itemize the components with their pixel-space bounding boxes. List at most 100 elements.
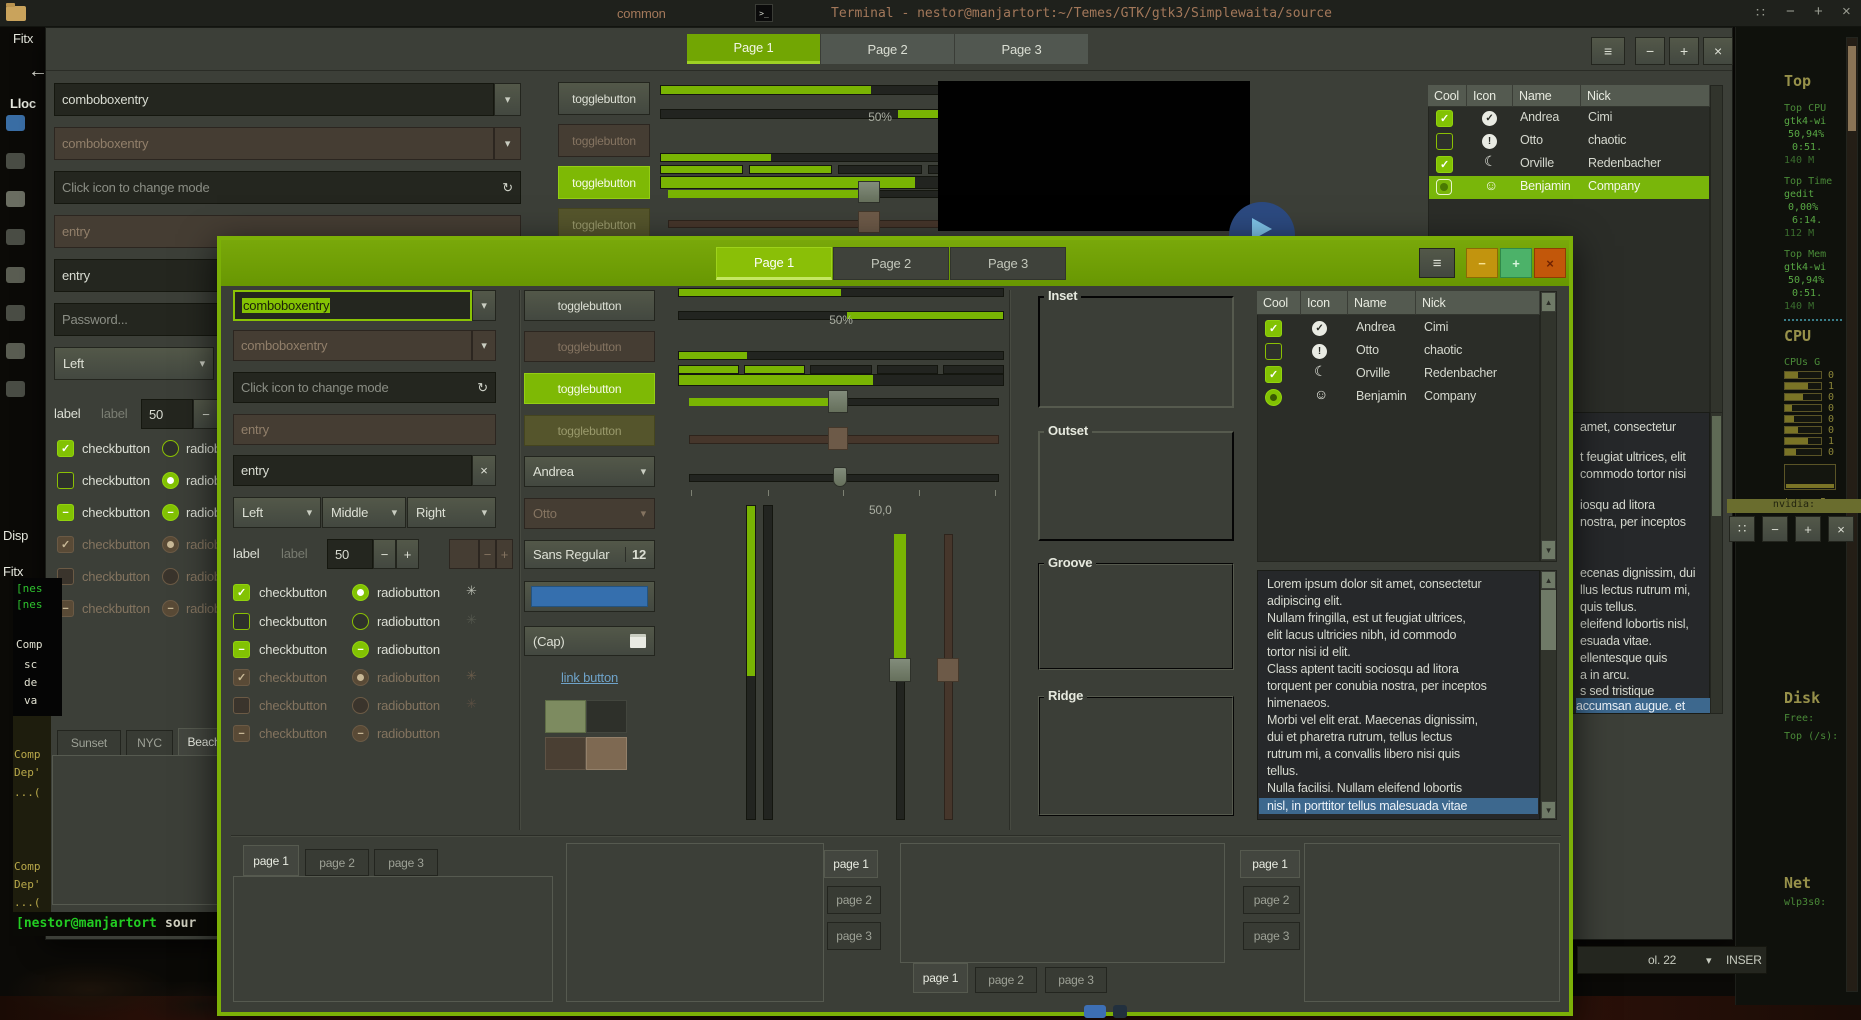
nb3-tab-page3[interactable]: page 3 (1045, 967, 1107, 993)
sidebar-icon[interactable] (6, 267, 25, 283)
bg-scale-handle[interactable] (858, 181, 880, 203)
dock-icon[interactable] (1113, 1005, 1127, 1018)
sidebar-icon[interactable] (6, 153, 25, 169)
fg-right-combobox[interactable]: Right▾ (407, 497, 496, 528)
refresh-icon[interactable]: ↻ (502, 180, 513, 196)
fg-spin-plus[interactable]: + (396, 539, 419, 569)
nb3-tab-page1[interactable]: page 1 (913, 963, 968, 993)
cell-name[interactable]: Otto (1520, 133, 1543, 147)
cell-name[interactable]: Benjamin (1520, 179, 1571, 193)
bg-left-combobox[interactable]: Left▾ (54, 347, 214, 380)
fg-tree-col-cool[interactable]: Cool (1257, 291, 1301, 315)
scrollbar-thumb[interactable] (1541, 590, 1556, 650)
bg-togglebutton[interactable]: togglebutton (558, 82, 650, 115)
cell-nick[interactable]: chaotic (1424, 343, 1462, 357)
refresh-icon[interactable]: ↻ (477, 380, 488, 396)
fg-marked-scale-handle[interactable] (833, 467, 847, 487)
fg-tab-page2[interactable]: Page 2 (833, 247, 949, 280)
nb1-tab-page2[interactable]: page 2 (305, 849, 369, 876)
fg-spin-minus[interactable]: − (373, 539, 396, 569)
bg-minimize-button[interactable]: − (1635, 37, 1665, 65)
fg-link-button[interactable]: link button (524, 670, 655, 685)
dock-icon-blue[interactable] (1084, 1005, 1106, 1018)
video-area[interactable] (938, 81, 1250, 231)
nb2-tab-page1[interactable]: page 1 (824, 850, 878, 878)
sidebar-folder-icon[interactable] (6, 115, 25, 131)
scroll-up-button[interactable]: ▲ (1541, 292, 1556, 312)
fg-close-button[interactable]: × (1534, 248, 1566, 278)
fg-checkbutton-mixed[interactable]: − (233, 641, 250, 658)
fg-radiobutton[interactable] (352, 613, 369, 630)
fg-tab-page1[interactable]: Page 1 (716, 247, 832, 280)
fg-row-check[interactable] (1265, 343, 1282, 360)
bg-radiobutton-mixed[interactable]: − (162, 504, 179, 521)
fg-row-radio[interactable] (1265, 389, 1282, 406)
bg-radiobutton-checked[interactable] (162, 472, 179, 489)
bg-checkbutton-mixed[interactable]: − (57, 504, 74, 521)
fg-menu-button[interactable]: ≡ (1419, 248, 1455, 278)
fg-left-combobox[interactable]: Left▾ (233, 497, 321, 528)
bg-spinbutton[interactable]: 50 (141, 399, 193, 429)
fg-row-check[interactable]: ✓ (1265, 320, 1282, 337)
cell-nick[interactable]: Redenbacher (1424, 366, 1497, 380)
fg-scale-handle[interactable] (828, 390, 848, 413)
bg-tree-scrollbar[interactable] (1710, 85, 1723, 415)
cell-name[interactable]: Orville (1356, 366, 1390, 380)
tile-icon[interactable]: ∷ (1756, 4, 1765, 21)
bg-tree-col-cool[interactable]: Cool (1428, 85, 1467, 107)
fg-tab-page3[interactable]: Page 3 (950, 247, 1066, 280)
cell-nick[interactable]: Redenbacher (1588, 156, 1661, 170)
minimize-icon[interactable]: − (1786, 3, 1795, 20)
terminal-prompt-strip[interactable]: [nestor@manjartort sour (13, 912, 227, 936)
fg-row-check[interactable]: ✓ (1265, 366, 1282, 383)
nb2-tab-page3[interactable]: page 3 (827, 922, 881, 950)
sidebar-icon[interactable] (6, 191, 25, 207)
cell-nick[interactable]: chaotic (1588, 133, 1626, 147)
bg-tab-page1[interactable]: Page 1 (687, 34, 820, 64)
cell-nick[interactable]: Company (1588, 179, 1640, 193)
nb4-tab-page2[interactable]: page 2 (1243, 886, 1300, 914)
bg-checkbutton-checked[interactable]: ✓ (57, 440, 74, 457)
bg-tab-page2[interactable]: Page 2 (820, 34, 954, 64)
cell-name[interactable]: Orville (1520, 156, 1554, 170)
workspace-label[interactable]: common (617, 6, 666, 21)
cell-nick[interactable]: Cimi (1588, 110, 1612, 124)
bg-row-check[interactable]: ✓ (1436, 156, 1453, 173)
window-title[interactable]: Terminal - nestor@manjartort:~/Temes/GTK… (831, 6, 1332, 21)
cell-name[interactable]: Andrea (1356, 320, 1395, 334)
fg-entry[interactable]: entry (233, 455, 472, 486)
fg-togglebutton[interactable]: togglebutton (524, 290, 655, 321)
fg-tree-col-nick[interactable]: Nick (1416, 291, 1540, 315)
bg-row-check[interactable]: ✓ (1436, 110, 1453, 127)
fg-vscale-handle[interactable] (889, 658, 911, 682)
mini-tile-button[interactable]: ∷ (1729, 516, 1755, 542)
fg-color-button[interactable] (524, 581, 655, 612)
sidebar-icon[interactable] (6, 229, 25, 245)
sidebar-icon[interactable] (6, 343, 25, 359)
fg-name-combobox[interactable]: Andrea▾ (524, 456, 655, 487)
sidebar-icon[interactable] (6, 305, 25, 321)
bg-comboboxentry[interactable]: comboboxentry (54, 83, 494, 116)
fg-table-cell[interactable] (545, 700, 586, 733)
terminal-olive[interactable]: Comp Dep' ...( Comp Dep' ...( (13, 716, 51, 912)
bg-tree-col-nick[interactable]: Nick (1581, 85, 1710, 107)
cell-nick[interactable]: Company (1424, 389, 1476, 403)
nb3-tab-page2[interactable]: page 2 (975, 967, 1037, 993)
mini-close-button[interactable]: × (1828, 516, 1854, 542)
cell-name[interactable]: Benjamin (1356, 389, 1407, 403)
bg-text-scrollbar[interactable] (1710, 412, 1723, 714)
bg-tab-page3[interactable]: Page 3 (954, 34, 1088, 64)
bg-togglebutton-active[interactable]: togglebutton (558, 166, 650, 199)
bg-tree-col-icon[interactable]: Icon (1467, 85, 1513, 107)
sidebar-icon[interactable] (6, 381, 25, 397)
fg-file-button[interactable]: (Cap) (524, 626, 655, 656)
cell-nick[interactable]: Cimi (1424, 320, 1448, 334)
cell-name[interactable]: Otto (1356, 343, 1379, 357)
scroll-down-button[interactable]: ▼ (1541, 540, 1556, 560)
conky-scrollbar[interactable] (1846, 37, 1858, 992)
folder-icon[interactable] (6, 6, 26, 21)
fg-icon-entry[interactable]: Click icon to change mode ↻ (233, 372, 496, 403)
terminal-black[interactable]: [nes [nes Comp sc de va (13, 578, 62, 716)
bg-row-radio[interactable] (1436, 179, 1452, 195)
bg-radiobutton[interactable] (162, 440, 179, 457)
